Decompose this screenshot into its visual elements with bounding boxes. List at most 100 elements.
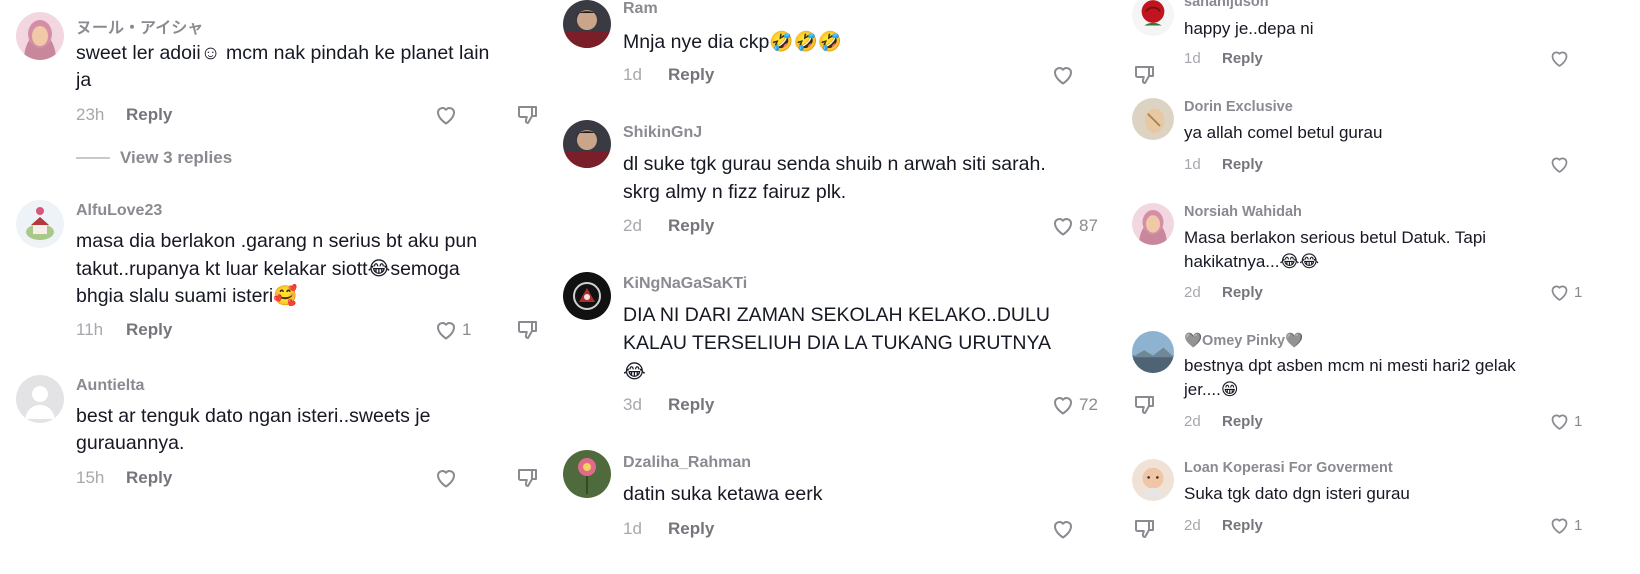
like-button[interactable]: 1 — [1549, 411, 1582, 432]
comment-meta-row: 15h Reply — [76, 468, 546, 496]
comment-timestamp: 23h — [76, 105, 105, 124]
like-count: 1 — [1574, 284, 1583, 301]
comment-column: sahanijuson happy je..depa ni 1d Reply Dorin… — [1132, 0, 1627, 574]
logo-avatar[interactable] — [563, 272, 611, 320]
like-button[interactable]: 72 — [1051, 393, 1098, 417]
like-button[interactable] — [1051, 63, 1079, 87]
comment-column: ヌール・アイシャ sweet ler adoii☺ mcm nak pindah … — [16, 0, 546, 574]
comment-username[interactable]: Dzaliha_Rahman — [623, 454, 751, 472]
dislike-button[interactable] — [516, 318, 540, 342]
default-avatar[interactable] — [16, 375, 64, 423]
dislike-button[interactable] — [516, 103, 540, 127]
flower-avatar[interactable] — [563, 450, 611, 498]
like-button[interactable]: 1 — [434, 318, 471, 342]
comment-text-line: bestnya dpt asben mcm ni mesti hari2 gel… — [1184, 356, 1516, 375]
comment-username[interactable]: Loan Koperasi For Goverment — [1184, 460, 1393, 476]
like-count: 1 — [1574, 517, 1583, 534]
reply-button[interactable]: Reply — [668, 65, 714, 85]
dislike-button[interactable] — [516, 466, 540, 490]
comment-username[interactable]: Ram — [623, 0, 658, 18]
hand-avatar[interactable] — [1132, 98, 1174, 140]
reply-button[interactable]: Reply — [1222, 413, 1263, 430]
comment-username[interactable]: 🩶Omey Pinky🩶 — [1184, 332, 1303, 349]
comment-text-line: bhgia slalu suami isteri🥰 — [76, 285, 298, 307]
like-button[interactable] — [1549, 48, 1574, 69]
reply-button[interactable]: Reply — [1222, 50, 1263, 67]
comment-timestamp: 2d — [1184, 284, 1201, 301]
comment-meta-row: 11h Reply 1 — [76, 320, 546, 348]
comment-username[interactable]: Norsiah Wahidah — [1184, 204, 1302, 220]
like-button[interactable]: 1 — [1549, 515, 1582, 536]
reply-button[interactable]: Reply — [126, 320, 172, 340]
comment-text-line: happy je..depa ni — [1184, 19, 1314, 38]
landscape-avatar[interactable] — [1132, 331, 1174, 373]
thumbs-down-icon — [516, 466, 540, 490]
heart-outline-icon — [1051, 517, 1075, 541]
comment-meta-row: 2d Reply 1 — [1184, 284, 1627, 312]
comment-timestamp: 2d — [1184, 517, 1201, 534]
person-avatar[interactable] — [563, 0, 611, 48]
comment-text-line: Mnja nye dia ckp🤣🤣🤣 — [623, 31, 843, 53]
comment-timestamp: 1d — [623, 519, 642, 538]
view-replies-button[interactable]: View 3 replies — [76, 148, 232, 168]
comment-timestamp: 1d — [1184, 50, 1201, 67]
like-button[interactable]: 87 — [1051, 214, 1098, 238]
comment-text-line: 😂 — [623, 361, 646, 383]
comment-meta-row: 2d Reply 1 — [1184, 413, 1627, 441]
reply-button[interactable]: Reply — [668, 395, 714, 415]
comment-timestamp: 1d — [1184, 156, 1201, 173]
comment-timestamp: 2d — [623, 216, 642, 235]
comment-timestamp: 1d — [623, 65, 642, 84]
comment-text-line: datin suka ketawa eerk — [623, 483, 823, 505]
house-avatar[interactable] — [16, 200, 64, 248]
comment-meta-row: 1d Reply — [1184, 50, 1627, 78]
comment-timestamp: 11h — [76, 320, 104, 339]
like-button[interactable] — [1549, 154, 1574, 175]
heart-outline-icon — [434, 318, 458, 342]
reply-button[interactable]: Reply — [126, 468, 172, 488]
hijab-avatar[interactable] — [16, 12, 64, 60]
comment-timestamp: 3d — [623, 395, 642, 414]
comment-timestamp: 2d — [1184, 413, 1201, 430]
comment-text-line: ya allah comel betul gurau — [1184, 123, 1383, 142]
like-button[interactable] — [1051, 517, 1079, 541]
comment-username[interactable]: Dorin Exclusive — [1184, 99, 1293, 115]
baby-avatar[interactable] — [1132, 459, 1174, 501]
comment-meta-row: 3d Reply 72 — [623, 393, 1154, 423]
comment-username[interactable]: Auntielta — [76, 377, 144, 395]
reply-button[interactable]: Reply — [1222, 517, 1263, 534]
heart-outline-icon — [1051, 214, 1075, 238]
like-button[interactable] — [434, 466, 462, 490]
reply-button[interactable]: Reply — [668, 519, 714, 539]
comment-timestamp: 15h — [76, 468, 105, 487]
comment-text-line: DIA NI DARI ZAMAN SEKOLAH KELAKO..DULU — [623, 304, 1050, 326]
reply-button[interactable]: Reply — [668, 216, 714, 236]
comment-username[interactable]: sahanijuson — [1184, 0, 1269, 10]
like-button[interactable]: 1 — [1549, 282, 1582, 303]
divider-line — [76, 157, 110, 159]
comment-text-line: hakikatnya...😂😂 — [1184, 252, 1320, 271]
hijab-avatar[interactable] — [1132, 203, 1174, 245]
comment-username[interactable]: ヌール・アイシャ — [76, 14, 203, 38]
rose-avatar[interactable] — [1132, 0, 1174, 36]
comment-meta-row: 23h Reply — [76, 105, 546, 133]
comment-text-line: gurauannya. — [76, 432, 185, 454]
comment-text-line: Masa berlakon serious betul Datuk. Tapi — [1184, 228, 1487, 247]
heart-outline-icon — [1051, 393, 1075, 417]
like-button[interactable] — [434, 103, 462, 127]
thumbs-down-icon — [516, 103, 540, 127]
like-count: 1 — [1574, 413, 1583, 430]
comment-username[interactable]: KiNgNaGaSaKTi — [623, 275, 747, 293]
heart-outline-icon — [1051, 63, 1075, 87]
reply-button[interactable]: Reply — [1222, 284, 1263, 301]
reply-button[interactable]: Reply — [1222, 156, 1263, 173]
comment-username[interactable]: AlfuLove23 — [76, 202, 162, 220]
comment-text-line: dl suke tgk gurau senda shuib n arwah si… — [623, 153, 1046, 175]
comment-text-line: skrg almy n fizz fairuz plk. — [623, 181, 847, 203]
person-avatar[interactable] — [563, 120, 611, 168]
comment-text-line: best ar tenguk dato ngan isteri..sweets … — [76, 405, 431, 427]
heart-outline-icon — [434, 466, 458, 490]
heart-outline-icon — [1549, 515, 1570, 536]
reply-button[interactable]: Reply — [126, 105, 172, 125]
comment-username[interactable]: ShikinGnJ — [623, 124, 702, 142]
